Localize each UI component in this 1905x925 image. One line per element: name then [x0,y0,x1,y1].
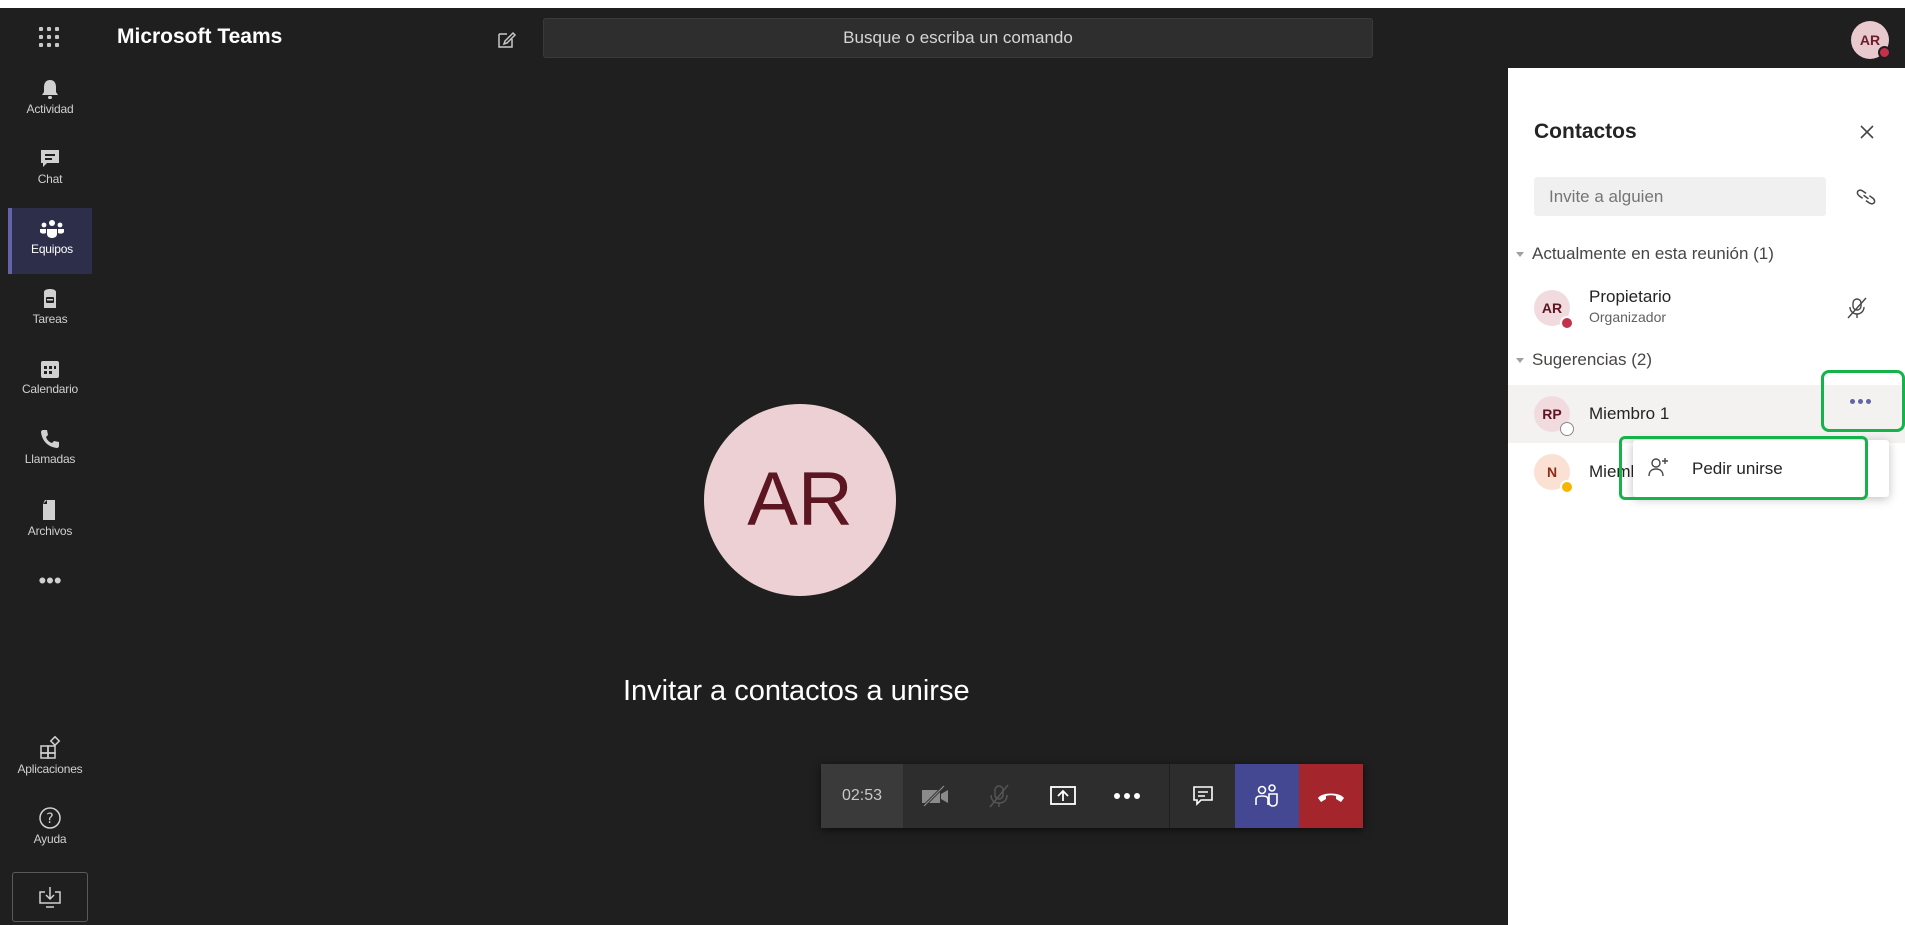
rail-item-aplicaciones[interactable]: Aplicaciones [8,726,92,792]
more-actions-button[interactable] [1095,764,1159,828]
share-screen-icon [1050,786,1076,805]
avatar-initials: RP [1542,406,1562,422]
chat-icon [1193,786,1213,806]
call-controls: 02:53 [821,764,1363,828]
rail-label: Aplicaciones [17,762,83,776]
in-meeting-header[interactable]: Actualmente en esta reunión (1) [1516,244,1774,264]
invite-input[interactable] [1534,177,1826,216]
chevron-down-icon [1516,252,1524,258]
status-offline-icon [1560,422,1574,436]
camera-toggle-button[interactable] [903,764,967,828]
ask-to-join-menu-item[interactable]: Pedir unirse [1619,436,1868,500]
suggestion-more-button[interactable] [1821,370,1905,432]
download-app-button[interactable] [12,872,88,922]
rail-item-chat[interactable]: Chat [8,138,92,204]
tasks-icon [44,289,56,308]
call-timer: 02:53 [821,764,903,828]
app-launcher-icon[interactable] [36,24,62,50]
rail-label: Actividad [26,102,74,116]
participant-avatar: AR [704,404,896,596]
participant-name: Miembro 1 [1589,404,1670,423]
teams-icon [40,220,64,238]
calendar-icon [41,361,59,378]
app-rail: Actividad Chat Equipos Tareas Calendario… [0,68,93,925]
rail-item-llamadas[interactable]: Llamadas [8,418,92,484]
status-busy-icon [1878,46,1891,59]
rail-label: Chat [37,172,63,186]
camera-off-icon [922,784,948,808]
hang-up-icon [1318,793,1344,802]
chat-toggle-button[interactable] [1171,764,1235,828]
new-chat-icon[interactable] [496,28,518,50]
add-person-icon [1646,456,1670,483]
app-title: Microsoft Teams [117,25,283,48]
status-busy-icon [1560,316,1574,330]
participant-owner[interactable]: AR Propietario Organizador [1508,279,1905,337]
rail-item-tareas[interactable]: Tareas [8,278,92,344]
avatar-initials: N [1546,464,1558,480]
menu-item-label: Pedir unirse [1692,459,1783,478]
svg-text:?: ? [46,811,53,827]
copy-link-icon[interactable] [1853,185,1879,209]
rail-label: Ayuda [33,832,67,846]
share-screen-button[interactable] [1031,764,1095,828]
section-label: Sugerencias (2) [1532,350,1653,369]
rail-label: Equipos [31,242,73,256]
hang-up-button[interactable] [1299,764,1363,828]
download-icon [39,887,61,908]
apps-icon [40,736,61,759]
rail-label: Tareas [32,312,68,326]
rail-item-ayuda[interactable]: ? Ayuda [8,796,92,862]
top-bar: Microsoft Teams Busque o escriba un coma… [0,8,1905,68]
mic-off-icon [989,784,1009,808]
mic-off-icon[interactable] [1845,296,1869,325]
close-icon[interactable] [1853,118,1881,146]
rail-item-actividad[interactable]: Actividad [8,68,92,134]
participants-icon [1255,784,1278,807]
meeting-stage: AR Invitar a contactos a unirse 02:53 [93,68,1508,925]
teams-window: Microsoft Teams Busque o escriba un coma… [0,8,1905,925]
rail-label: Llamadas [24,452,76,466]
more-icon [1850,399,1871,404]
participant-name: Propietario [1589,287,1672,306]
participant-role: Organizador [1589,309,1667,325]
rail-item-calendario[interactable]: Calendario [8,348,92,414]
help-icon: ? [39,807,61,829]
status-away-icon [1560,480,1574,494]
chevron-down-icon [1516,358,1524,364]
search-input[interactable]: Busque o escriba un comando [543,18,1373,58]
user-avatar[interactable]: AR [1851,21,1891,59]
rail-more-icon[interactable]: ••• [8,570,92,603]
bell-icon [42,80,58,99]
mic-toggle-button[interactable] [967,764,1031,828]
invite-prompt: Invitar a contactos a unirse [623,675,970,707]
avatar-initials: AR [1541,300,1563,316]
rail-label: Calendario [21,382,79,396]
rail-item-equipos[interactable]: Equipos [8,208,92,274]
files-icon [43,500,55,520]
participants-toggle-button[interactable] [1235,764,1299,828]
panel-title: Contactos [1534,120,1637,143]
suggestions-header[interactable]: Sugerencias (2) [1516,350,1652,370]
user-initials: AR [1859,32,1881,48]
rail-item-archivos[interactable]: Archivos [8,488,92,554]
rail-label: Archivos [27,524,73,538]
chat-icon [41,150,59,167]
divider [1169,764,1170,828]
more-icon [1114,793,1140,799]
phone-icon [41,430,59,448]
section-label: Actualmente en esta reunión (1) [1532,244,1774,263]
